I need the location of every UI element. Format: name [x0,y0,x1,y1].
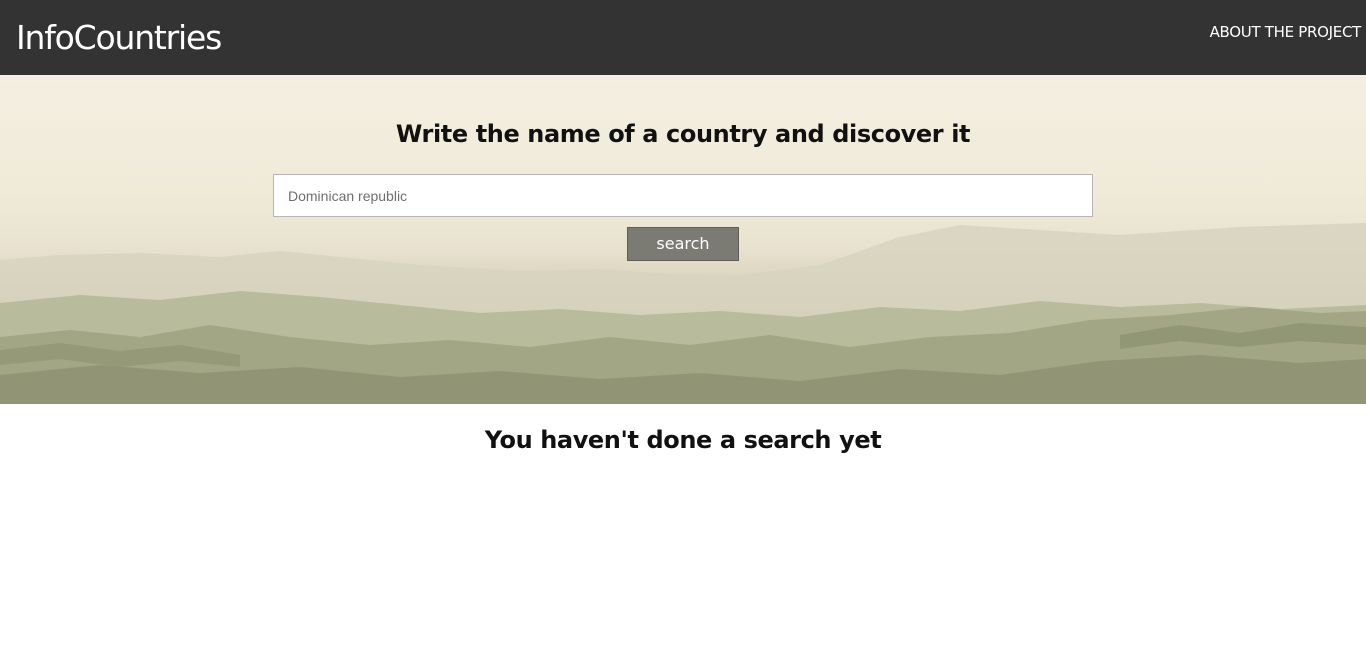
empty-results-message: You haven't done a search yet [484,426,882,454]
top-navbar: InfoCountries ABOUT THE PROJECT [0,0,1366,75]
country-search-input[interactable] [273,174,1093,217]
search-button[interactable]: search [627,227,739,261]
hero-title: Write the name of a country and discover… [395,120,971,148]
hero-banner: Write the name of a country and discover… [0,75,1366,404]
brand-logo[interactable]: InfoCountries [16,16,222,60]
about-project-link[interactable]: ABOUT THE PROJECT [1210,22,1362,42]
